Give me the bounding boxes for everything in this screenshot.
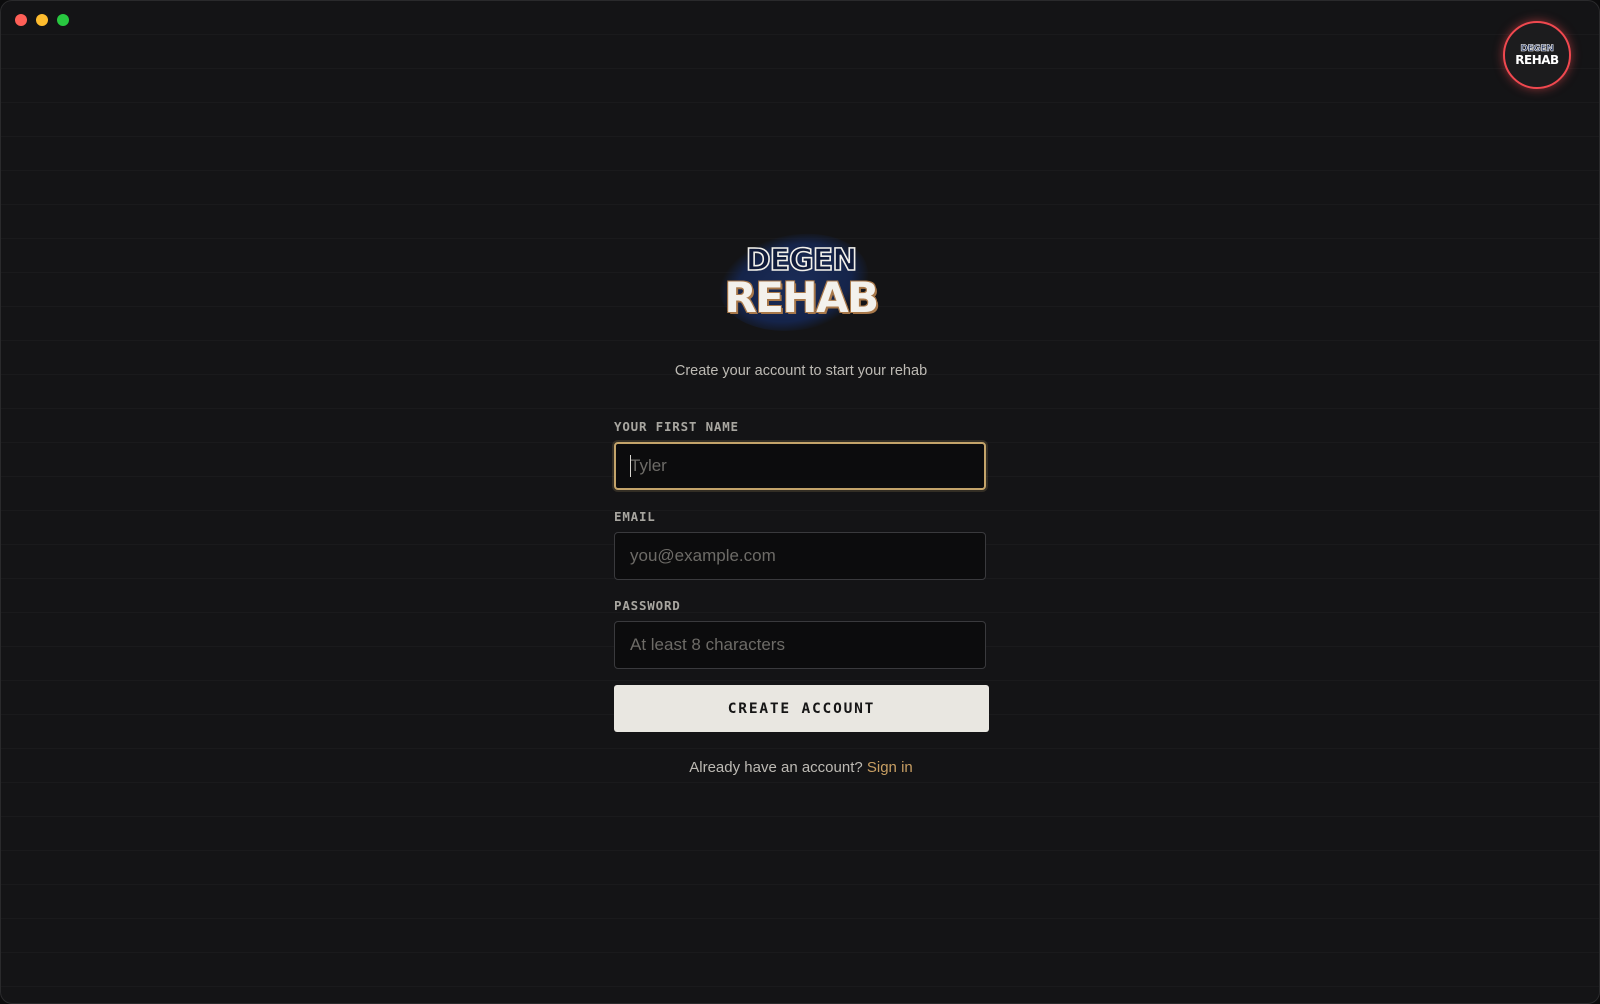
first-name-input[interactable] [614,442,986,490]
logo-text-line2: REHAB [724,273,879,322]
user-avatar[interactable]: DEGEN REHAB [1503,21,1571,89]
create-account-button[interactable]: CREATE ACCOUNT [614,685,989,732]
signin-prompt: Already have an account? Sign in [1,759,1599,776]
app-window: DEGEN REHAB DEGEN REHAB Create your acco… [0,0,1600,1004]
signin-prompt-text: Already have an account? [689,759,863,776]
page-subtitle: Create your account to start your rehab [674,363,928,379]
avatar-logo-line2: REHAB [1515,52,1559,67]
brand-logo: DEGEN REHAB [701,218,901,348]
text-cursor [630,455,631,477]
window-controls [15,14,69,26]
minimize-window-button[interactable] [36,14,48,26]
maximize-window-button[interactable] [57,14,69,26]
close-window-button[interactable] [15,14,27,26]
email-input[interactable] [614,532,986,580]
password-label: PASSWORD [614,598,681,613]
sign-in-link[interactable]: Sign in [867,759,913,776]
password-input[interactable] [614,621,986,669]
first-name-label: YOUR FIRST NAME [614,419,739,434]
email-label: EMAIL [614,509,656,524]
